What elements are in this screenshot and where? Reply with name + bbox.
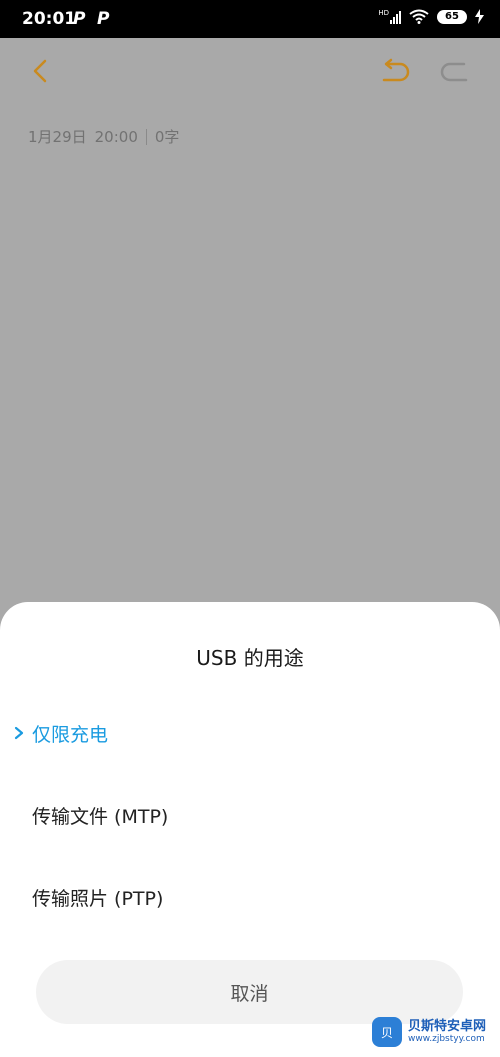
- option-transfer-files[interactable]: 传输文件 (MTP): [32, 802, 168, 829]
- chevron-right-icon: [14, 726, 24, 740]
- battery-level: 65: [445, 11, 459, 22]
- watermark-name: 贝斯特安卓网: [408, 1019, 487, 1034]
- status-icons: HD 65: [378, 9, 484, 24]
- status-time: 20:01: [22, 9, 77, 29]
- usb-purpose-dialog: USB 的用途 仅限充电 传输文件 (MTP) 传输照片 (PTP) 取消: [0, 602, 500, 1057]
- divider: [145, 128, 147, 145]
- notification-icon: P: [73, 9, 86, 29]
- wifi-icon: [409, 9, 429, 24]
- option-transfer-photos[interactable]: 传输照片 (PTP): [32, 884, 163, 911]
- watermark-url: www.zjbstyy.com: [408, 1034, 485, 1044]
- note-meta: 1月29日 20:00 0字: [28, 126, 179, 147]
- dialog-title: USB 的用途: [196, 646, 304, 670]
- cancel-button[interactable]: 取消: [36, 960, 463, 1024]
- undo-icon[interactable]: [378, 56, 414, 88]
- note-time: 20:00: [94, 127, 138, 146]
- signal-icon: HD: [378, 8, 401, 24]
- chevron-left-icon[interactable]: [24, 54, 58, 88]
- battery-icon: 65: [437, 9, 467, 24]
- redo-icon[interactable]: [436, 56, 472, 88]
- hd-label: HD: [378, 8, 389, 17]
- watermark-logo-icon: 贝: [372, 1017, 402, 1047]
- word-count: 0字: [154, 128, 180, 146]
- note-date: 1月29日: [28, 128, 87, 146]
- watermark: 贝 贝斯特安卓网 www.zjbstyy.com: [372, 1017, 486, 1047]
- status-bar: 20:01 P P HD 65: [0, 0, 500, 38]
- option-charge-only[interactable]: 仅限充电: [32, 720, 108, 747]
- charging-icon: [475, 9, 484, 24]
- notification-icon: P: [97, 9, 110, 29]
